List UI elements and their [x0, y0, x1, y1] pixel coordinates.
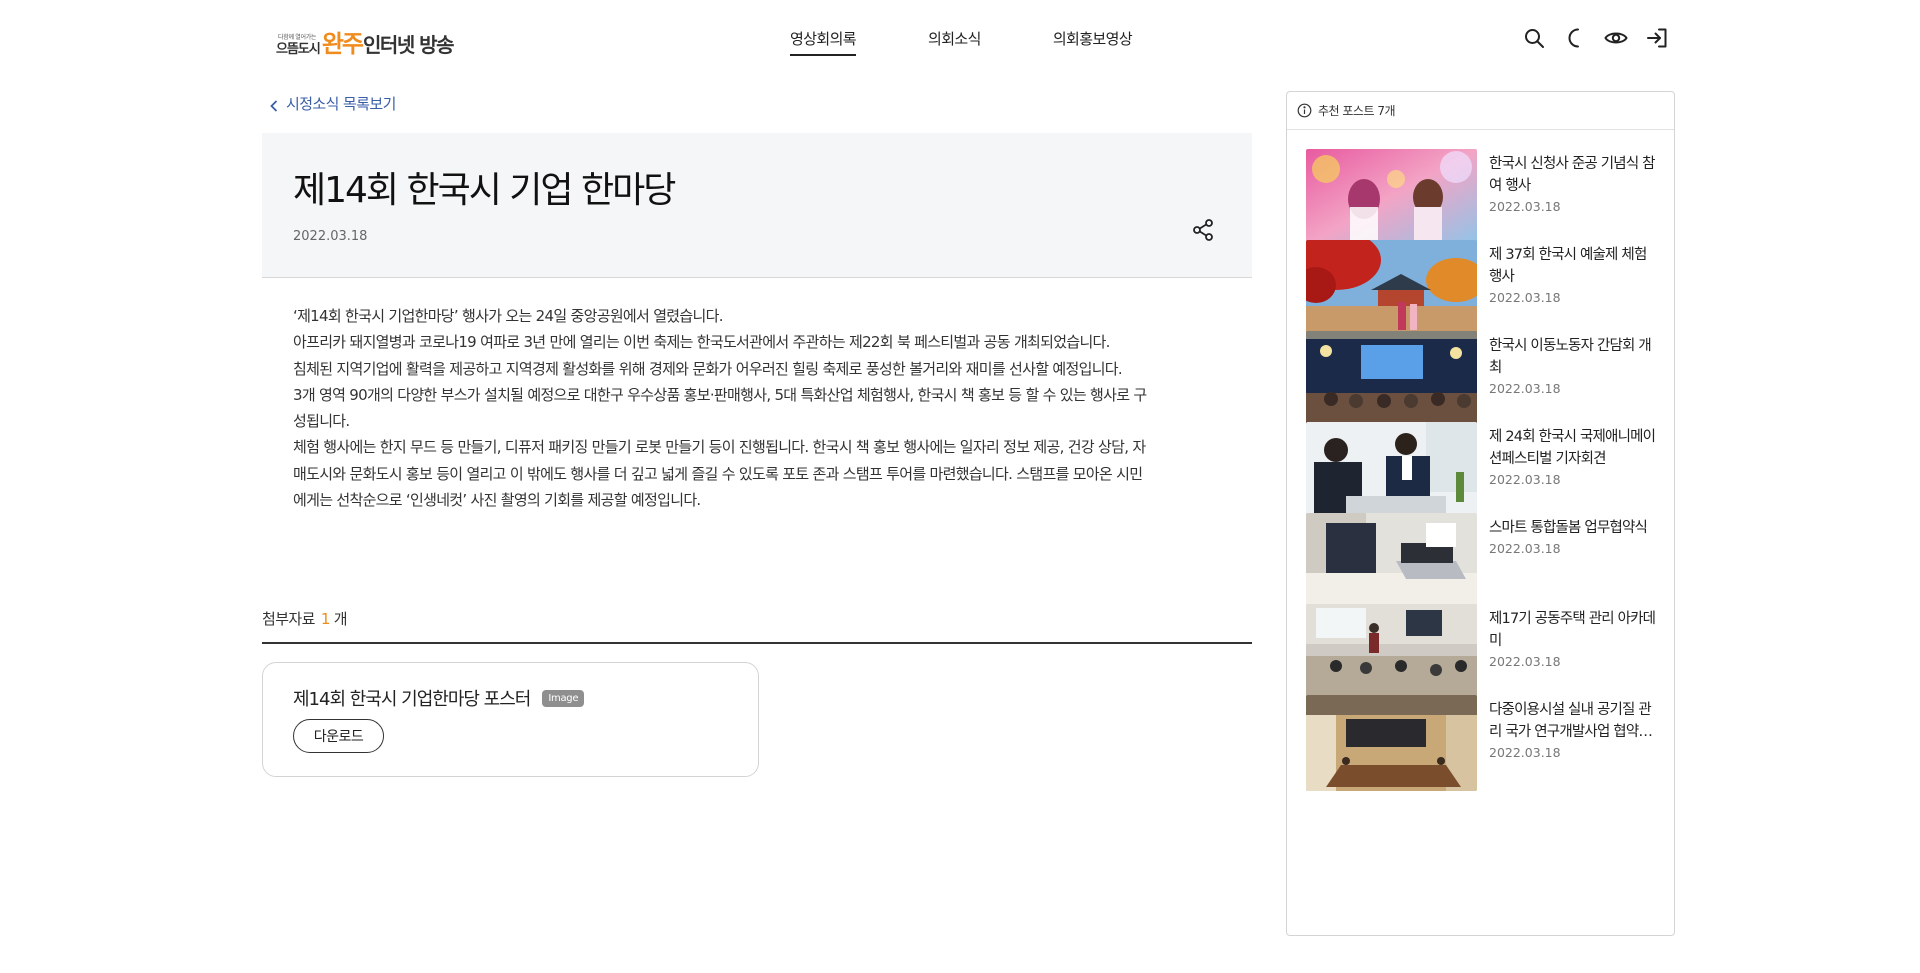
recommended-post[interactable]: 제 37회 한국시 예술제 체험 행사 2022.03.18	[1306, 240, 1658, 337]
article-paragraph: 아프리카 돼지열병과 코로나19 여파로 3년 만에 열리는 이번 축제는 한국…	[293, 333, 1110, 352]
post-title: 스마트 통합돌봄 업무협약식	[1489, 520, 1648, 536]
logo-name: 완주	[321, 30, 364, 58]
post-info: 한국시 이동노동자 간담회 개최 2022.03.18	[1489, 331, 1658, 428]
main-nav: 영상회의록 의회소식 의회홍보영상	[790, 28, 1133, 56]
recommended-post[interactable]: 한국시 이동노동자 간담회 개최 2022.03.18	[1306, 331, 1658, 428]
post-info: 제17기 공동주택 관리 아카데미 2022.03.18	[1489, 604, 1658, 701]
logo-service: 인터넷 방송	[363, 33, 454, 57]
back-to-list-link[interactable]: 시정소식 목록보기	[270, 93, 396, 114]
post-date: 2022.03.18	[1489, 654, 1561, 669]
post-title: 제 24회 한국시 국제애니메이션페스티벌 기자회견	[1489, 429, 1656, 467]
attachment-title: 제14회 한국시 기업한마당 포스터	[293, 689, 531, 710]
download-button[interactable]: 다운로드	[293, 719, 384, 753]
nav-item-promo-video[interactable]: 의회홍보영상	[1053, 28, 1133, 56]
info-icon	[1297, 103, 1312, 118]
chevron-left-icon	[270, 98, 278, 112]
post-thumbnail	[1306, 331, 1477, 427]
post-thumbnail	[1306, 240, 1477, 336]
article-date: 2022.03.18	[293, 229, 368, 244]
utility-icons	[1522, 26, 1669, 50]
article-paragraph: 3개 영역 90개의 다양한 부스가 설치될 예정으로 대한구 우수상품 홍보·…	[293, 385, 1147, 431]
recommended-posts-header: 추천 포스트 7개	[1287, 92, 1674, 130]
logo-small-text: 다함께 열어가는 으뜸도시	[276, 34, 321, 57]
recommended-posts-panel: 추천 포스트 7개 한국시 신청사 준공 기념식 참여 행사 2022.03.1…	[1286, 91, 1675, 936]
site-logo[interactable]: 다함께 열어가는 으뜸도시 완주 인터넷 방송	[276, 22, 454, 58]
recommended-post[interactable]: 제 24회 한국시 국제애니메이션페스티벌 기자회견 2022.03.18	[1306, 422, 1658, 519]
post-title: 한국시 신청사 준공 기념식 참여 행사	[1489, 156, 1656, 194]
nav-item-council-news[interactable]: 의회소식	[928, 28, 981, 56]
post-info: 다중이용시설 실내 공기질 관리 국가 연구개발사업 협약… 2022.03.1…	[1489, 695, 1658, 792]
recommended-post[interactable]: 스마트 통합돌봄 업무협약식 2022.03.18	[1306, 513, 1658, 610]
attachment-card: 제14회 한국시 기업한마당 포스터 Image 다운로드	[262, 662, 759, 777]
recommended-post[interactable]: 제17기 공동주택 관리 아카데미 2022.03.18	[1306, 604, 1658, 701]
attachments-unit: 개	[333, 610, 348, 628]
post-title: 제 37회 한국시 예술제 체험 행사	[1489, 247, 1647, 285]
share-icon[interactable]	[1190, 217, 1216, 243]
post-thumbnail	[1306, 422, 1477, 518]
post-date: 2022.03.18	[1489, 541, 1561, 556]
file-type-badge: Image	[542, 689, 585, 707]
post-thumbnail	[1306, 149, 1477, 245]
dark-mode-icon[interactable]	[1563, 26, 1587, 50]
article-paragraph: 침체된 지역기업에 활력을 제공하고 지역경제 활성화를 위해 경제와 문화가 …	[293, 359, 1123, 378]
login-icon[interactable]	[1645, 26, 1669, 50]
eye-icon[interactable]	[1604, 26, 1628, 50]
post-date: 2022.03.18	[1489, 472, 1561, 487]
nav-item-video-minutes[interactable]: 영상회의록	[790, 28, 857, 56]
attachments-label: 첨부자료	[262, 610, 315, 628]
post-title: 다중이용시설 실내 공기질 관리 국가 연구개발사업 협약…	[1489, 702, 1653, 740]
attachments-count: 1	[320, 610, 331, 628]
post-info: 스마트 통합돌봄 업무협약식 2022.03.18	[1489, 513, 1658, 610]
attachment-title-row: 제14회 한국시 기업한마당 포스터 Image	[293, 685, 585, 711]
article-paragraph: ‘제14회 한국시 기업한마당’ 행사가 오는 24일 중앙공원에서 열렸습니다…	[293, 307, 723, 325]
post-date: 2022.03.18	[1489, 381, 1561, 396]
post-info: 제 37회 한국시 예술제 체험 행사 2022.03.18	[1489, 240, 1658, 337]
logo-city: 으뜸도시	[276, 42, 321, 57]
post-info: 한국시 신청사 준공 기념식 참여 행사 2022.03.18	[1489, 149, 1658, 246]
back-link-label: 시정소식 목록보기	[286, 95, 396, 113]
search-icon[interactable]	[1522, 26, 1546, 50]
article-header: 제14회 한국시 기업 한마당 2022.03.18	[262, 133, 1252, 278]
logo-tagline: 다함께 열어가는	[278, 34, 317, 41]
article-body: ‘제14회 한국시 기업한마당’ 행사가 오는 24일 중앙공원에서 열렸습니다…	[293, 303, 1223, 513]
recommended-posts-title: 추천 포스트 7개	[1318, 104, 1396, 118]
post-thumbnail	[1306, 604, 1477, 700]
post-title: 제17기 공동주택 관리 아카데미	[1489, 611, 1656, 649]
article-paragraph: 체험 행사에는 한지 무드 등 만들기, 디퓨저 패키징 만들기 로봇 만들기 …	[293, 438, 1146, 510]
article-title: 제14회 한국시 기업 한마당	[293, 170, 676, 211]
attachments-header: 첨부자료 1 개	[262, 608, 1252, 644]
post-date: 2022.03.18	[1489, 745, 1561, 760]
recommended-post[interactable]: 다중이용시설 실내 공기질 관리 국가 연구개발사업 협약… 2022.03.1…	[1306, 695, 1658, 792]
recommended-post[interactable]: 한국시 신청사 준공 기념식 참여 행사 2022.03.18	[1306, 149, 1658, 246]
post-title: 한국시 이동노동자 간담회 개최	[1489, 338, 1652, 376]
site-header: 다함께 열어가는 으뜸도시 완주 인터넷 방송 영상회의록 의회소식 의회홍보영…	[0, 0, 1920, 80]
post-date: 2022.03.18	[1489, 290, 1561, 305]
post-thumbnail	[1306, 695, 1477, 791]
post-date: 2022.03.18	[1489, 199, 1561, 214]
post-info: 제 24회 한국시 국제애니메이션페스티벌 기자회견 2022.03.18	[1489, 422, 1658, 519]
post-thumbnail	[1306, 513, 1477, 609]
